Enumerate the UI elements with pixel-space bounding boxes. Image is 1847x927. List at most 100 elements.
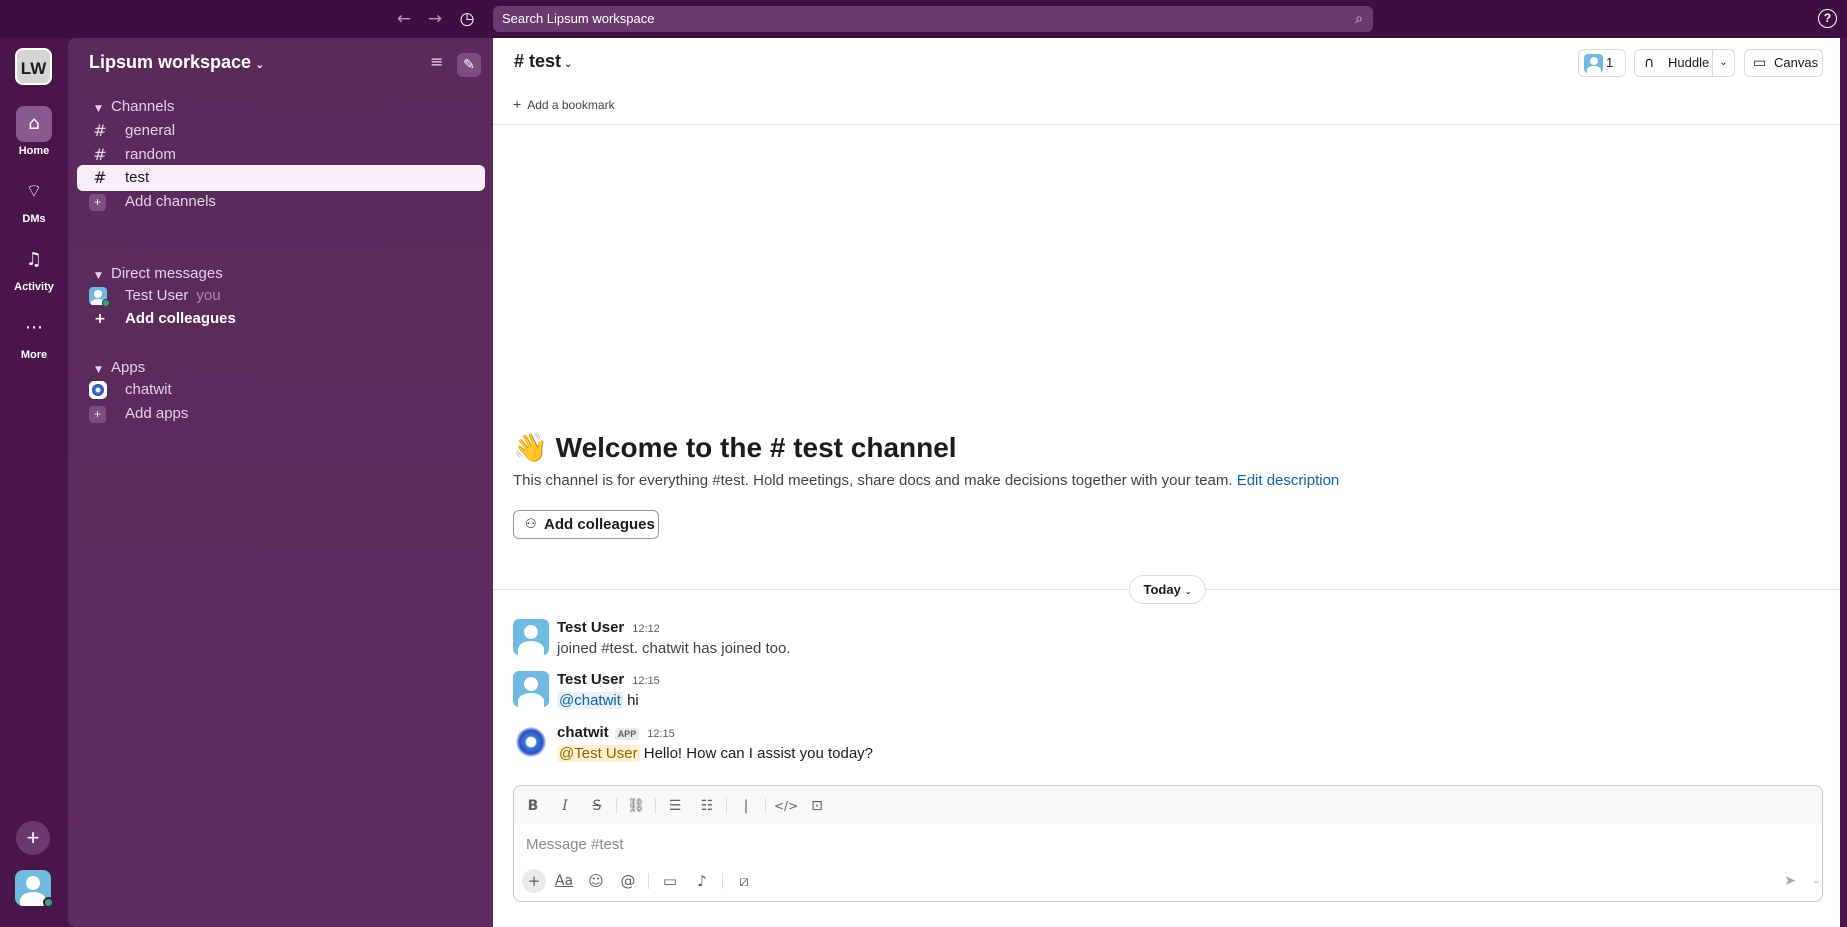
avatar[interactable] [513,619,549,655]
mention-link[interactable]: @chatwit [557,692,623,709]
mention-link[interactable]: @Test User [557,745,640,762]
link-icon[interactable]: ⛓ [625,795,647,817]
add-bookmark-label: Add a bookmark [527,98,615,112]
canvas-button[interactable]: ▭ Canvas [1744,49,1823,77]
message-time[interactable]: 12:15 [647,728,675,740]
search-icon: ⌕ [1355,11,1363,27]
search-input[interactable]: Search Lipsum workspace ⌕ [493,6,1373,32]
left-rail: LW ⌂ Home ⌔ DMs ♫ Activity ⋯ More + [0,38,68,927]
message-time[interactable]: 12:15 [632,675,660,687]
message-body: Hello! How can I assist you today? [639,745,874,762]
message-author[interactable]: Test User 12:12 [557,619,660,636]
back-arrow-icon[interactable]: ← [393,8,415,30]
formatting-aa-icon[interactable]: Aa [552,869,576,893]
caret-down-icon: ▼ [95,104,102,114]
rail-label-more: More [20,349,48,361]
caret-down-icon: ▼ [95,365,102,375]
message-author[interactable]: chatwit APP 12:15 [557,724,675,741]
formatting-toolbar: B I S ⛓ ☰ ☷ ❘ </> ⊡ [514,786,1822,824]
add-bookmark-button[interactable]: + Add a bookmark [513,96,615,112]
dm-header-label: Direct messages [111,265,223,282]
slash-command-icon[interactable]: ⧄ [732,869,756,893]
channel-title-button[interactable]: # test ⌄ [514,51,572,72]
numbered-list-icon[interactable]: ☰ [664,795,686,817]
dms-icon: ⌔ [25,181,43,202]
sidebar-item-general[interactable]: # general [77,118,485,144]
top-bar: ← → ◷ Search Lipsum workspace ⌕ ? [0,0,1847,38]
channel-label: test [125,169,150,186]
divider [493,124,1840,125]
workspace-avatar[interactable]: LW [15,48,52,85]
microphone-icon[interactable]: ♪ [690,869,714,893]
sidebar-item-chatwit[interactable]: chatwit [77,377,485,403]
apps-section-header[interactable]: ▼ Apps [95,359,145,376]
rail-label-home: Home [18,145,50,157]
rail-item-more[interactable]: ⋯ More [0,310,68,361]
history-clock-icon[interactable]: ◷ [456,8,478,30]
date-label: Today [1143,582,1181,597]
message-text: @chatwit hi [557,692,639,709]
channels-section-header[interactable]: ▼ Channels [95,98,174,115]
chevron-down-icon: ⌄ [1184,587,1192,596]
code-block-icon[interactable]: ⊡ [806,795,828,817]
message-input[interactable] [526,832,1806,856]
dm-name: Test User [125,287,189,304]
huddle-button[interactable]: ∩ Huddle ⌄ [1634,49,1735,77]
toolbar-separator [655,798,656,814]
rail-item-dms[interactable]: ⌔ DMs [0,174,68,225]
app-name: chatwit [125,381,172,398]
compose-icon[interactable]: ✎ [457,53,481,77]
code-icon[interactable]: </> [774,795,798,817]
attach-plus-icon[interactable]: + [522,869,546,893]
chevron-down-icon[interactable]: ⌄ [1712,50,1734,76]
create-plus-button[interactable]: + [16,821,50,855]
edit-description-link[interactable]: Edit description [1237,472,1340,489]
add-channels-button[interactable]: + Add channels [77,189,485,215]
members-button[interactable]: 1 [1578,49,1626,77]
plus-icon: + [513,96,522,112]
help-icon[interactable]: ? [1818,9,1837,28]
author-name: Test User [557,671,625,688]
mention-at-icon[interactable]: @ [616,869,640,893]
app-badge: APP [614,728,640,740]
add-colleagues-button[interactable]: ⚇ Add colleagues [513,510,659,539]
strikethrough-icon[interactable]: S [586,795,608,817]
avatar [1584,54,1603,73]
wave-emoji-icon: 👋 [513,432,548,463]
channel-main: # test ⌄ 1 ∩ Huddle ⌄ ▭ Canvas + Add a boo… [493,38,1840,927]
add-apps-button[interactable]: + Add apps [77,401,485,427]
canvas-label: Canvas [1774,55,1819,70]
sidebar-item-test[interactable]: # test [77,165,485,191]
message-author[interactable]: Test User 12:15 [557,671,660,688]
rail-item-home[interactable]: ⌂ Home [0,106,68,157]
plus-icon: + [89,194,106,211]
add-channels-label: Add channels [125,193,216,210]
bulleted-list-icon[interactable]: ☷ [696,795,718,817]
date-divider-button[interactable]: Today ⌄ [1129,575,1206,604]
chevron-down-icon[interactable]: ⌄ [1804,869,1828,893]
message-time[interactable]: 12:12 [632,623,660,635]
rail-item-activity[interactable]: ♫ Activity [0,242,68,293]
bold-icon[interactable]: B [522,795,544,817]
member-count: 1 [1606,55,1614,70]
message-text: joined #test. chatwit has joined too. [557,640,791,657]
quote-icon[interactable]: ❘ [735,795,757,817]
italic-icon[interactable]: I [554,795,576,817]
avatar[interactable] [513,671,549,707]
chatwit-app-icon [89,381,107,399]
video-icon[interactable]: ▭ [658,869,682,893]
workspace-name-button[interactable]: Lipsum workspace ⌄ [89,52,264,73]
chevron-down-icon: ⌄ [564,59,573,70]
dm-section-header[interactable]: ▼ Direct messages [95,265,223,282]
chatwit-app-icon[interactable] [516,727,546,757]
add-colleagues-sidebar-button[interactable]: + Add colleagues [77,306,485,332]
send-icon[interactable]: ➤ [1778,869,1802,893]
rail-label-activity: Activity [14,281,54,293]
caret-down-icon: ▼ [95,271,102,281]
headphones-icon: ∩ [1644,55,1655,71]
toolbar-separator [726,798,727,814]
message-composer: B I S ⛓ ☰ ☷ ❘ </> ⊡ + Aa ☺ @ ▭ ♪ ⧄ ➤ ⌄ [513,785,1823,902]
emoji-icon[interactable]: ☺ [584,869,608,893]
forward-arrow-icon[interactable]: → [424,8,446,30]
filter-icon[interactable]: ≡ [430,52,443,71]
